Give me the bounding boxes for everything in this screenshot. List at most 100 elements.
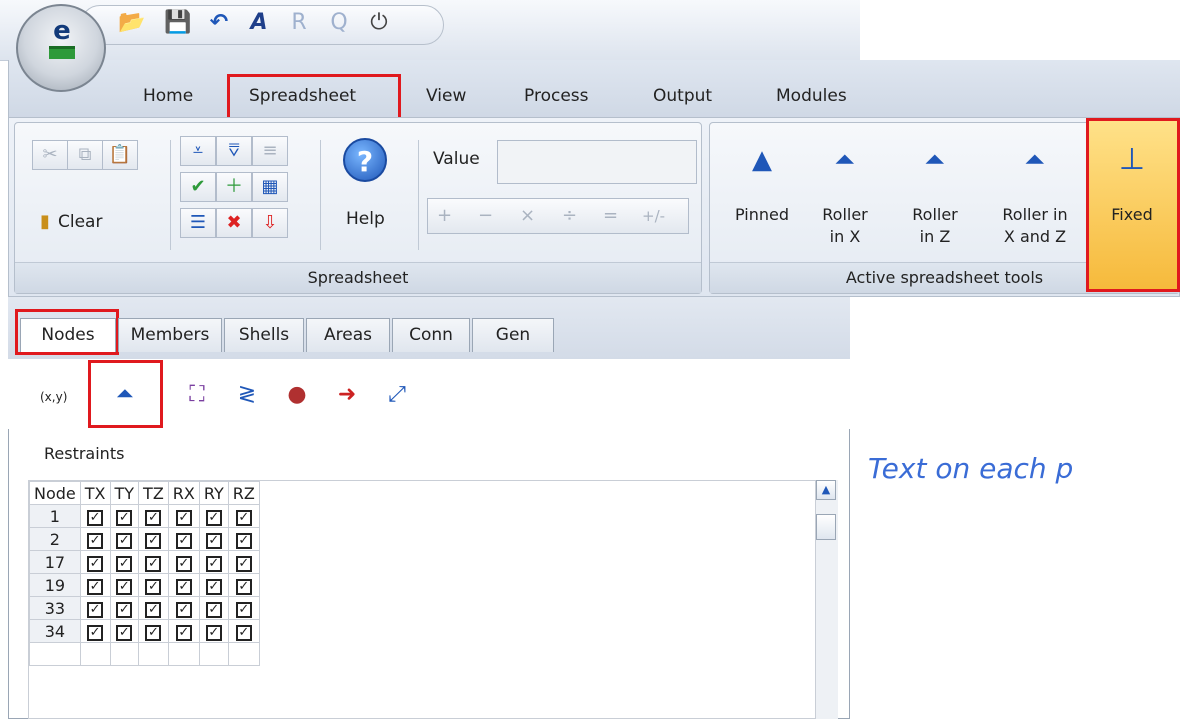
restraint-checkbox[interactable]: ✓ <box>87 602 104 618</box>
restraint-checkbox[interactable]: ✓ <box>87 533 104 549</box>
roller-x-tool[interactable]: ⏶ Roller in X <box>810 140 880 248</box>
node-id-cell: 34 <box>29 619 81 643</box>
fixed-tool[interactable]: ⊥ Fixed <box>1090 140 1174 226</box>
grid-scrollbar[interactable]: ▲ <box>815 480 838 719</box>
restraint-checkbox[interactable]: ✓ <box>235 602 252 618</box>
restraint-cell: ✓ <box>167 550 200 574</box>
tab-spreadsheet[interactable]: Spreadsheet <box>249 86 356 108</box>
empty-cell <box>138 642 169 666</box>
tab-modules[interactable]: Modules <box>776 86 847 108</box>
restraint-checkbox[interactable]: ✓ <box>235 625 252 641</box>
move-bottom-icon[interactable]: ⩢ <box>216 136 252 166</box>
row-format-icon[interactable]: ≡ <box>252 136 288 166</box>
add-row-icon[interactable]: ＋ <box>216 172 252 202</box>
tab-process[interactable]: Process <box>524 86 589 108</box>
text-tool-icon[interactable]: A <box>246 10 272 36</box>
roller-z-tool[interactable]: ⏶ Roller in Z <box>900 140 970 248</box>
multiply-button[interactable]: × <box>520 205 535 226</box>
power-icon[interactable]: ⏻ <box>366 10 392 36</box>
minus-button[interactable]: − <box>478 205 493 226</box>
coordinates-icon[interactable]: (x,y) <box>40 390 67 404</box>
equals-button[interactable]: = <box>603 205 618 226</box>
tab-conn[interactable]: Conn <box>392 318 470 352</box>
restraint-checkbox[interactable]: ✓ <box>205 510 222 526</box>
plus-button[interactable]: + <box>437 205 452 226</box>
restraint-checkbox[interactable]: ✓ <box>87 510 104 526</box>
tab-home[interactable]: Home <box>143 86 193 108</box>
help-button[interactable]: Help <box>346 209 385 229</box>
restraint-checkbox[interactable]: ✓ <box>87 556 104 572</box>
tab-shells[interactable]: Shells <box>224 318 304 352</box>
tab-view[interactable]: View <box>426 86 466 108</box>
restraint-checkbox[interactable]: ✓ <box>116 510 133 526</box>
restraint-checkbox[interactable]: ✓ <box>145 533 162 549</box>
preview-icon[interactable]: Q <box>326 10 352 36</box>
restraints-icon[interactable]: ⏶ <box>108 380 142 410</box>
restraint-checkbox[interactable]: ✓ <box>116 533 133 549</box>
tool-label: Pinned <box>734 205 790 224</box>
mass-icon[interactable]: ● <box>280 380 314 410</box>
restraint-checkbox[interactable]: ✓ <box>145 510 162 526</box>
restraint-checkbox[interactable]: ✓ <box>145 556 162 572</box>
cut-button[interactable]: ✂ <box>32 140 68 170</box>
tab-gen[interactable]: Gen <box>472 318 554 352</box>
table-row: 34 ✓ ✓ ✓ ✓ ✓ ✓ <box>29 619 260 643</box>
clear-button[interactable]: Clear <box>58 212 102 232</box>
value-input[interactable] <box>497 140 697 184</box>
restraint-checkbox[interactable]: ✓ <box>116 602 133 618</box>
check-all-icon[interactable]: ✔ <box>180 172 216 202</box>
restraint-checkbox[interactable]: ✓ <box>175 556 192 572</box>
restraint-checkbox[interactable]: ✓ <box>205 625 222 641</box>
restraint-checkbox[interactable]: ✓ <box>175 533 192 549</box>
restraint-checkbox[interactable]: ✓ <box>175 602 192 618</box>
app-menu-button[interactable]: e <box>16 4 106 92</box>
restraint-checkbox[interactable]: ✓ <box>205 579 222 595</box>
restraint-checkbox[interactable]: ✓ <box>235 533 252 549</box>
tab-output[interactable]: Output <box>653 86 712 108</box>
member-release-icon[interactable]: ⛶ <box>180 380 214 410</box>
folder-open-icon[interactable]: 📂 <box>118 10 145 36</box>
restraint-checkbox[interactable]: ✓ <box>235 556 252 572</box>
save-icon[interactable]: 💾 <box>164 10 191 36</box>
divide-button[interactable]: ÷ <box>562 205 577 226</box>
restraint-cell: ✓ <box>109 527 140 551</box>
restraint-checkbox[interactable]: ✓ <box>87 625 104 641</box>
spring-icon[interactable]: ≷ <box>230 380 264 410</box>
scroll-up-icon[interactable]: ▲ <box>816 480 836 500</box>
restraint-checkbox[interactable]: ✓ <box>205 602 222 618</box>
delete-row-icon[interactable]: ✖ <box>216 208 252 238</box>
move-down-icon[interactable]: ⩡ <box>180 136 216 166</box>
numbering-icon[interactable]: ☰ <box>180 208 216 238</box>
restraint-checkbox[interactable]: ✓ <box>235 579 252 595</box>
restraint-checkbox[interactable]: ✓ <box>87 579 104 595</box>
paste-button[interactable]: 📋 <box>102 140 138 170</box>
header-tz: TZ <box>138 481 169 505</box>
restraint-checkbox[interactable]: ✓ <box>116 556 133 572</box>
restraint-checkbox[interactable]: ✓ <box>145 579 162 595</box>
help-icon[interactable]: ? <box>343 138 387 182</box>
nodal-load-icon[interactable]: ➜ <box>330 380 364 410</box>
sort-icon[interactable]: ⇩ <box>252 208 288 238</box>
copy-button[interactable]: ⧉ <box>67 140 103 170</box>
sign-button[interactable]: +/- <box>642 207 665 225</box>
restraint-checkbox[interactable]: ✓ <box>235 510 252 526</box>
restraint-checkbox[interactable]: ✓ <box>145 625 162 641</box>
axes-icon[interactable]: ⤢ <box>380 380 414 410</box>
restraint-checkbox[interactable]: ✓ <box>205 533 222 549</box>
report-icon[interactable]: R <box>286 10 312 36</box>
scroll-thumb[interactable] <box>816 514 836 540</box>
roller-xz-tool[interactable]: ⏶ Roller in X and Z <box>990 140 1080 248</box>
undo-icon[interactable]: ↶ <box>206 10 232 36</box>
restraint-checkbox[interactable]: ✓ <box>175 579 192 595</box>
restraint-checkbox[interactable]: ✓ <box>205 556 222 572</box>
tab-members[interactable]: Members <box>118 318 222 352</box>
grid-header-row: Node TX TY TZ RX RY RZ <box>29 481 260 505</box>
restraint-checkbox[interactable]: ✓ <box>175 625 192 641</box>
pinned-tool[interactable]: ▲ Pinned <box>722 140 802 226</box>
restraint-checkbox[interactable]: ✓ <box>145 602 162 618</box>
restraint-checkbox[interactable]: ✓ <box>116 625 133 641</box>
restraint-checkbox[interactable]: ✓ <box>175 510 192 526</box>
tab-areas[interactable]: Areas <box>306 318 390 352</box>
select-cells-icon[interactable]: ▦ <box>252 172 288 202</box>
restraint-checkbox[interactable]: ✓ <box>116 579 133 595</box>
